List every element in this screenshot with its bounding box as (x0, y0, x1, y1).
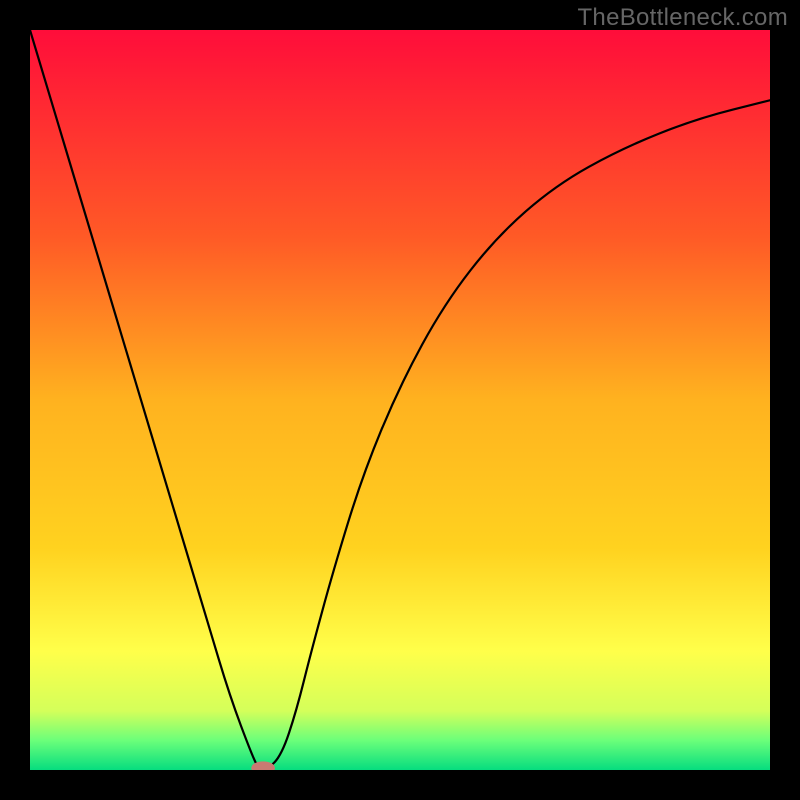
watermark-text: TheBottleneck.com (577, 4, 788, 32)
chart-svg (30, 30, 770, 770)
plot-area (30, 30, 770, 770)
chart-frame: TheBottleneck.com (0, 0, 800, 800)
